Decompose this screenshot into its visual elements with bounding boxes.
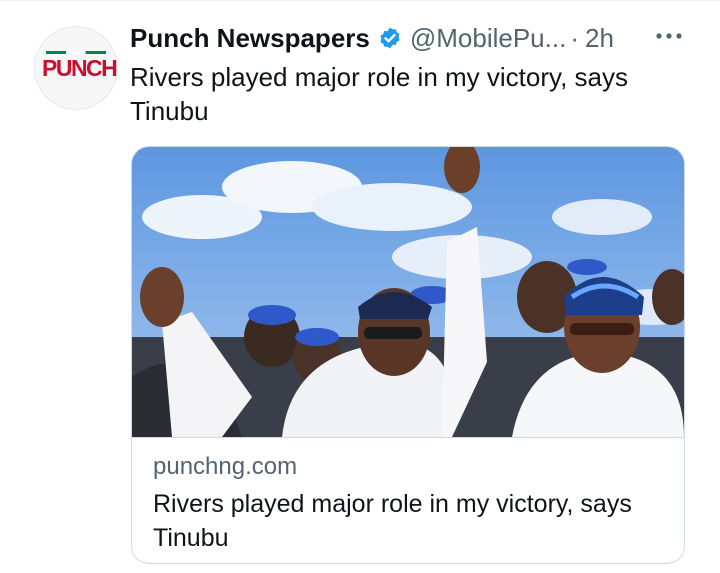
- header-separator: ·: [570, 22, 579, 53]
- card-image[interactable]: [132, 147, 684, 437]
- card-divider: [132, 437, 684, 438]
- avatar-flag-stripe: [46, 51, 106, 54]
- tweet-text: Rivers played major role in my victory, …: [130, 62, 628, 126]
- card-title[interactable]: Rivers played major role in my victory, …: [153, 487, 653, 555]
- author-handle[interactable]: @MobilePu...: [410, 23, 566, 54]
- tweet-header: Punch Newspapers @MobilePu... · 2h: [130, 18, 614, 58]
- avatar-logo-text: PUNCH: [42, 55, 118, 81]
- card-domain: punchng.com: [153, 453, 298, 480]
- author-name[interactable]: Punch Newspapers: [130, 23, 370, 54]
- tweet-timestamp[interactable]: 2h: [585, 23, 614, 54]
- top-divider: [0, 0, 720, 1]
- more-horizontal-icon[interactable]: [654, 26, 684, 46]
- avatar[interactable]: PUNCH: [34, 26, 118, 110]
- verified-badge-icon: [380, 27, 400, 49]
- link-preview-card[interactable]: punchng.com Rivers played major role in …: [131, 146, 685, 564]
